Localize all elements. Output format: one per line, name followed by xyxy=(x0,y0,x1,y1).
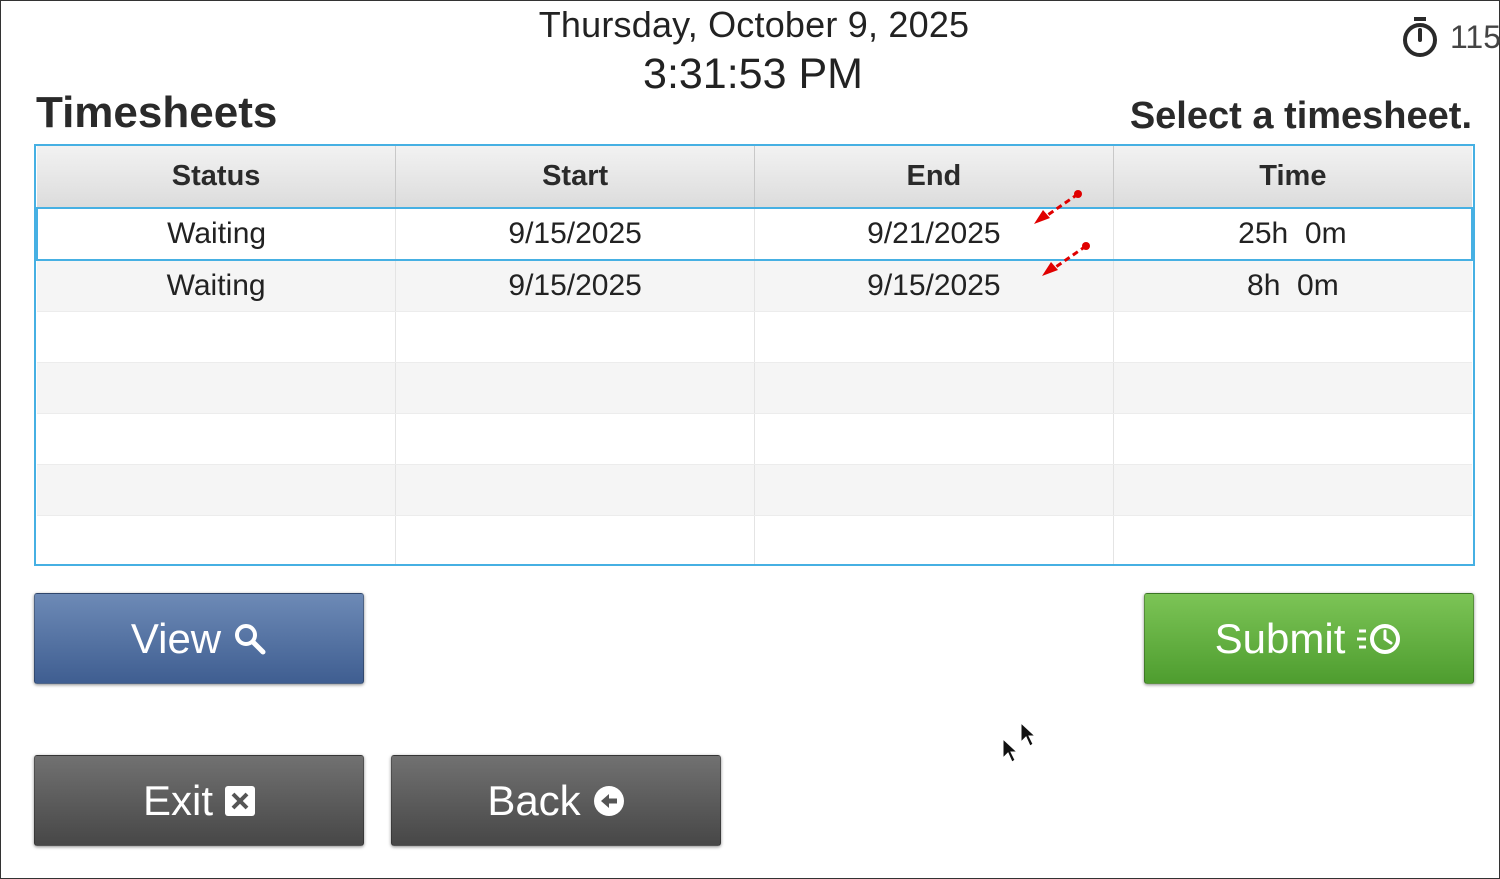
exit-button-label: Exit xyxy=(142,776,213,824)
column-header-time[interactable]: Time xyxy=(1113,146,1472,209)
current-date: Thursday, October 9, 2025 xyxy=(538,4,970,45)
back-arrow-circle-icon xyxy=(593,785,624,816)
timesheet-table: Status Start End Time Waiting 9/15/2025 … xyxy=(34,144,1475,566)
empty-row xyxy=(37,362,1472,414)
cell-start: 9/15/2025 xyxy=(395,207,755,261)
cell-time: 8h 0m xyxy=(1113,260,1472,312)
table-header-row: Status Start End Time xyxy=(37,146,1472,209)
close-box-icon xyxy=(225,785,255,816)
stopwatch-icon xyxy=(1403,17,1437,57)
cell-status: Waiting xyxy=(37,260,397,312)
submit-button[interactable]: Submit xyxy=(1144,593,1474,684)
magnifier-icon xyxy=(235,623,266,654)
clock-submit-icon xyxy=(1357,623,1401,654)
empty-row xyxy=(37,413,1472,465)
cell-status: Waiting xyxy=(36,207,397,261)
table-row[interactable]: Waiting 9/15/2025 9/21/2025 25h 0m xyxy=(36,207,1473,261)
page-title: Timesheets xyxy=(36,88,278,137)
view-button-label: View xyxy=(130,614,222,662)
submit-button-label: Submit xyxy=(1214,614,1346,662)
empty-row xyxy=(37,464,1472,516)
back-button-label: Back xyxy=(487,776,581,824)
exit-button[interactable]: Exit xyxy=(34,755,364,846)
annotation-arrow-icon xyxy=(1042,242,1090,276)
cell-start: 9/15/2025 xyxy=(395,260,755,312)
annotation-arrow-icon xyxy=(1034,190,1082,224)
mouse-cursor-icon xyxy=(1002,738,1018,763)
column-header-status[interactable]: Status xyxy=(37,146,397,209)
back-button[interactable]: Back xyxy=(391,755,721,846)
instruction-text: Select a timesheet. xyxy=(1129,95,1472,137)
session-timer: 115 xyxy=(1400,16,1500,58)
column-header-start[interactable]: Start xyxy=(395,146,755,209)
timer-value: 115 xyxy=(1450,18,1500,55)
view-button[interactable]: View xyxy=(34,593,364,684)
mouse-cursor-icon xyxy=(1020,722,1036,747)
empty-row xyxy=(37,311,1472,363)
cell-time: 25h 0m xyxy=(1113,207,1473,261)
table-row[interactable]: Waiting 9/15/2025 9/15/2025 8h 0m xyxy=(37,260,1472,312)
empty-row xyxy=(37,515,1472,564)
